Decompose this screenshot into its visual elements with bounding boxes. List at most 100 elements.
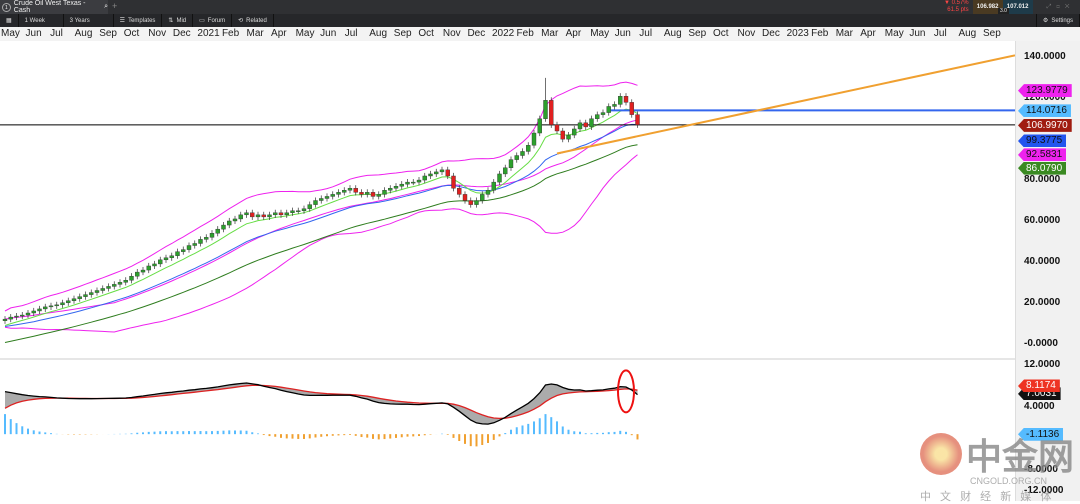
search-icon[interactable]: ⌕ <box>104 3 108 11</box>
price-tag: 99.3775 <box>1018 134 1067 148</box>
interval-select[interactable]: 1 Week <box>19 14 64 27</box>
settings-label: Settings <box>1051 17 1073 24</box>
candle <box>8 316 13 320</box>
candle <box>227 220 232 226</box>
candle <box>411 181 416 184</box>
candle <box>399 183 404 187</box>
x-tick-label: Mar <box>835 28 853 39</box>
candle <box>209 233 215 238</box>
related-label: Related <box>246 17 267 24</box>
price-type-icon: ⇅ <box>168 18 174 24</box>
candle <box>244 212 249 216</box>
candle <box>89 292 94 295</box>
candle <box>439 169 445 173</box>
candle <box>290 210 295 213</box>
candle <box>2 318 8 321</box>
tab-title: Crude Oil West Texas - Cash <box>13 0 86 14</box>
title-bar: 1 Crude Oil West Texas - Cash ⌕ + ▼ 0.57… <box>0 0 1080 14</box>
range-select[interactable]: 3 Years <box>64 14 114 27</box>
candle <box>468 200 473 205</box>
candle <box>543 100 548 119</box>
candle <box>186 245 192 250</box>
candle <box>629 102 634 115</box>
price-tag: 92.5831 <box>1018 148 1067 162</box>
candle <box>462 194 468 201</box>
forum-button[interactable]: ▭ Forum <box>193 14 233 27</box>
mid-button[interactable]: ⇅ Mid <box>162 14 194 27</box>
window-controls[interactable]: ⤢◻✕ <box>1033 0 1075 14</box>
candle <box>140 269 146 273</box>
x-tick-label: 2023 <box>786 28 809 39</box>
add-tab-button[interactable]: + <box>112 1 117 11</box>
price-tag: 106.9970 <box>1018 118 1072 132</box>
candle <box>232 218 238 222</box>
templates-button[interactable]: ☰ Templates <box>114 14 163 27</box>
x-tick-label: Aug <box>663 28 682 39</box>
candle <box>457 188 462 195</box>
candle <box>359 192 364 195</box>
candle <box>250 212 255 218</box>
candle <box>336 192 341 195</box>
candle <box>600 112 606 115</box>
x-tick-label: 2021 <box>197 28 220 39</box>
candle <box>491 181 496 191</box>
candle <box>71 298 77 301</box>
candle <box>526 145 531 152</box>
candle <box>577 122 583 130</box>
candle <box>106 286 111 289</box>
candle <box>388 188 393 191</box>
price-chart[interactable] <box>0 41 1015 501</box>
x-tick-label: Feb <box>811 28 829 39</box>
chart-tab[interactable]: 1 Crude Oil West Texas - Cash ⌕ <box>0 0 108 14</box>
x-tick-label: Mar <box>541 28 559 39</box>
x-tick-label: Feb <box>221 28 240 39</box>
candle <box>204 237 209 240</box>
price-tag: 86.0790 <box>1018 161 1067 175</box>
x-tick-label: Jul <box>639 28 653 39</box>
candle <box>123 280 128 283</box>
x-tick-label: May <box>1 28 20 39</box>
candle <box>434 171 439 175</box>
x-tick-label: 2022 <box>492 28 515 39</box>
candle <box>508 159 514 168</box>
candle <box>301 208 307 211</box>
candle <box>520 151 525 156</box>
settings-button[interactable]: ⚙ Settings <box>1035 14 1080 27</box>
macd-tag: 8.1174 <box>1018 379 1060 393</box>
candle <box>353 188 358 193</box>
x-tick-label: Feb <box>516 28 534 39</box>
x-tick-label: Aug <box>369 28 388 39</box>
candle <box>480 194 485 201</box>
candle <box>198 239 203 244</box>
range-label: 3 Years <box>69 17 90 24</box>
candle <box>31 310 36 314</box>
tab-number: 1 <box>2 2 11 12</box>
y-tick-label: 40.0000 <box>1024 255 1061 267</box>
candle <box>497 173 502 183</box>
mid-label: Mid <box>176 17 187 24</box>
candle <box>152 263 157 267</box>
related-button[interactable]: ⟲ Related <box>232 14 274 27</box>
candle <box>514 155 519 160</box>
x-tick-label: Jun <box>320 28 337 39</box>
candle <box>255 214 261 218</box>
candle <box>66 300 71 303</box>
x-tick-label: Apr <box>860 28 876 39</box>
candle <box>60 302 65 306</box>
candle <box>25 312 31 316</box>
candle <box>635 114 640 126</box>
y-tick-label: -0.0000 <box>1024 337 1058 349</box>
candle <box>405 181 410 185</box>
layout-icon[interactable]: ▦ <box>0 14 19 27</box>
candle <box>307 204 312 209</box>
time-axis[interactable]: May Jun Jul Aug Sep Oct Nov Dec 2021 Feb Mar Apr May… <box>0 27 1080 41</box>
candle <box>503 167 508 175</box>
candle <box>163 257 169 261</box>
candle <box>169 255 174 258</box>
candle <box>319 198 324 201</box>
x-tick-label: Sep <box>983 28 1001 39</box>
candle <box>618 96 623 105</box>
x-tick-label: May <box>590 28 610 39</box>
candle <box>422 175 427 181</box>
candle <box>37 308 42 312</box>
